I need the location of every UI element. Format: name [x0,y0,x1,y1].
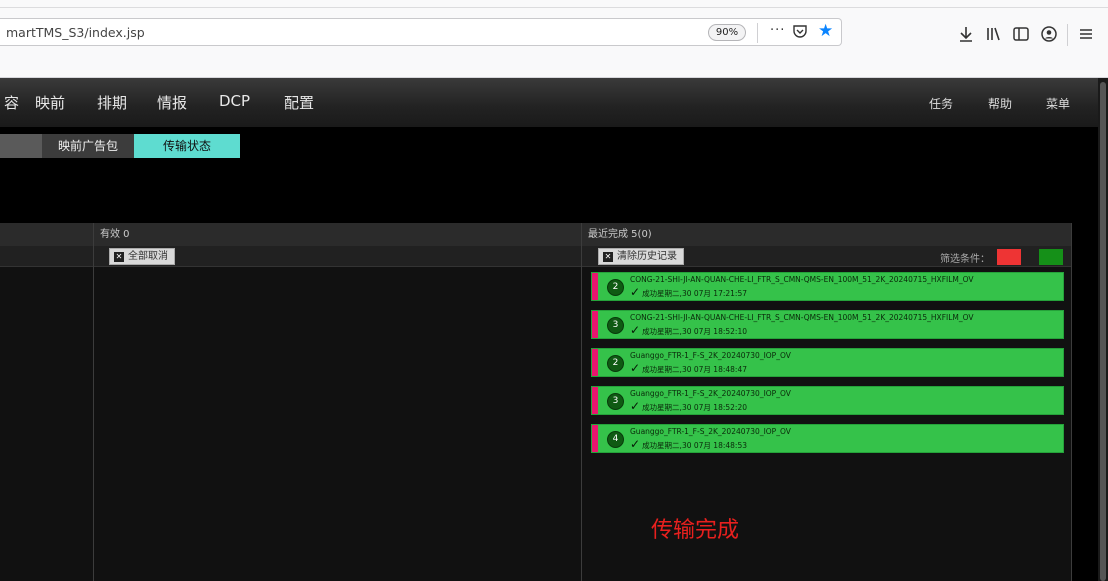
transfer-status-text: 成功星期二,30 07月 18:48:47 [642,365,747,374]
transfer-name: Guanggo_FTR-1_F-S_2K_20240730_IOP_OV [630,427,791,436]
transfer-item[interactable]: 3 CONG-21-SHI-JI-AN-QUAN-CHE-LI_FTR_S_CM… [591,310,1064,339]
panel-left-toolbar [0,246,93,267]
url-bar[interactable]: martTMS_S3/index.jsp 90% ··· ★ [0,18,842,46]
panel-recent-header: 最近完成 5(0) [582,223,1071,246]
app-nav-bar: 容 映前 排期 情报 DCP 配置 任务 帮助 菜单 [0,78,1098,127]
download-icon[interactable] [956,24,976,44]
cancel-all-button[interactable]: ✕ 全部取消 [109,248,175,265]
panel-recent-toolbar: ✕ 清除历史记录 筛选条件： [582,246,1071,267]
transfer-number-badge: 3 [607,317,624,334]
transfer-status: ✓ 成功星期二,30 07月 17:21:57 [630,285,747,299]
nav-item-preshow[interactable]: 映前 [35,92,65,113]
transfer-number-badge: 2 [607,355,624,372]
menu-icon[interactable] [1076,24,1096,44]
pocket-icon[interactable] [792,23,808,39]
nav-item-dcp[interactable]: DCP [219,92,250,110]
transfer-status: ✓ 成功星期二,30 07月 18:52:20 [630,399,747,413]
filter-label: 筛选条件： [940,254,990,265]
status-stripe [592,311,598,338]
filter-failed-toggle[interactable] [997,249,1021,265]
transfer-name: Guanggo_FTR-1_F-S_2K_20240730_IOP_OV [630,389,791,398]
check-icon: ✓ [630,323,641,337]
panel-divider [93,223,94,581]
cancel-all-label: 全部取消 [128,251,168,262]
check-icon: ✓ [630,437,641,451]
close-icon: ✕ [603,252,613,262]
status-stripe [592,425,598,452]
url-text[interactable]: martTMS_S3/index.jsp [6,25,145,40]
status-stripe [592,273,598,300]
nav-item-intel[interactable]: 情报 [157,92,187,113]
url-separator [757,23,758,43]
panel-divider [1071,223,1072,581]
panel-divider [581,223,582,581]
check-icon: ✓ [630,399,641,413]
toolbar-separator [1067,24,1068,46]
transfer-status-text: 成功星期二,30 07月 17:21:57 [642,289,747,298]
panel-left-header [0,223,93,246]
nav-tasks[interactable]: 任务 [929,95,953,112]
transfer-item[interactable]: 2 CONG-21-SHI-JI-AN-QUAN-CHE-LI_FTR_S_CM… [591,272,1064,301]
transfer-status: ✓ 成功星期二,30 07月 18:52:10 [630,323,747,337]
clear-history-button[interactable]: ✕ 清除历史记录 [598,248,684,265]
transfer-number-badge: 2 [607,279,624,296]
transfer-status: ✓ 成功星期二,30 07月 18:48:53 [630,437,747,451]
panel-valid-header: 有效 0 [94,223,581,246]
transfer-name: Guanggo_FTR-1_F-S_2K_20240730_IOP_OV [630,351,791,360]
panel-valid-body [94,267,581,581]
close-icon: ✕ [114,252,124,262]
status-stripe [592,387,598,414]
transfer-status-text: 成功星期二,30 07月 18:52:10 [642,327,747,336]
nav-item-schedule[interactable]: 排期 [97,92,127,113]
clear-history-label: 清除历史记录 [617,251,677,262]
subtab-prev[interactable] [0,134,42,158]
bookmarks-bar [0,56,1108,78]
filter-success-toggle[interactable] [1039,249,1063,265]
panel-left-body [0,267,93,581]
nav-menu[interactable]: 菜单 [1046,95,1070,112]
tab-preshow-ad-pack[interactable]: 映前广告包 [42,134,134,158]
bookmark-star-icon[interactable]: ★ [818,21,833,41]
status-stripe [592,349,598,376]
transfer-name: CONG-21-SHI-JI-AN-QUAN-CHE-LI_FTR_S_CMN-… [630,275,974,284]
nav-item-config[interactable]: 配置 [284,92,314,113]
nav-item-content[interactable]: 容 [4,92,19,113]
transfer-complete-annotation: 传输完成 [651,518,740,543]
transfer-status-text: 成功星期二,30 07月 18:52:20 [642,403,747,412]
browser-toolbar: martTMS_S3/index.jsp 90% ··· ★ [0,8,1108,56]
browser-top-strip [0,0,1108,8]
transfer-number-badge: 4 [607,431,624,448]
sidebar-icon[interactable] [1011,24,1031,44]
check-icon: ✓ [630,285,641,299]
transfer-number-badge: 3 [607,393,624,410]
transfer-item[interactable]: 4 Guanggo_FTR-1_F-S_2K_20240730_IOP_OV ✓… [591,424,1064,453]
tab-transfer-status[interactable]: 传输状态 [134,134,240,158]
transfer-item[interactable]: 3 Guanggo_FTR-1_F-S_2K_20240730_IOP_OV ✓… [591,386,1064,415]
transfer-status-text: 成功星期二,30 07月 18:48:53 [642,441,747,450]
more-icon[interactable]: ··· [770,23,785,38]
transfer-status: ✓ 成功星期二,30 07月 18:48:47 [630,361,747,375]
zoom-indicator[interactable]: 90% [708,24,746,41]
account-icon[interactable] [1039,24,1059,44]
panel-valid-toolbar: ✕ 全部取消 [94,246,581,267]
transfer-item[interactable]: 2 Guanggo_FTR-1_F-S_2K_20240730_IOP_OV ✓… [591,348,1064,377]
check-icon: ✓ [630,361,641,375]
library-icon[interactable] [984,24,1004,44]
transfer-name: CONG-21-SHI-JI-AN-QUAN-CHE-LI_FTR_S_CMN-… [630,313,974,322]
nav-help[interactable]: 帮助 [988,95,1012,112]
page-scrollbar-thumb[interactable] [1100,82,1106,581]
